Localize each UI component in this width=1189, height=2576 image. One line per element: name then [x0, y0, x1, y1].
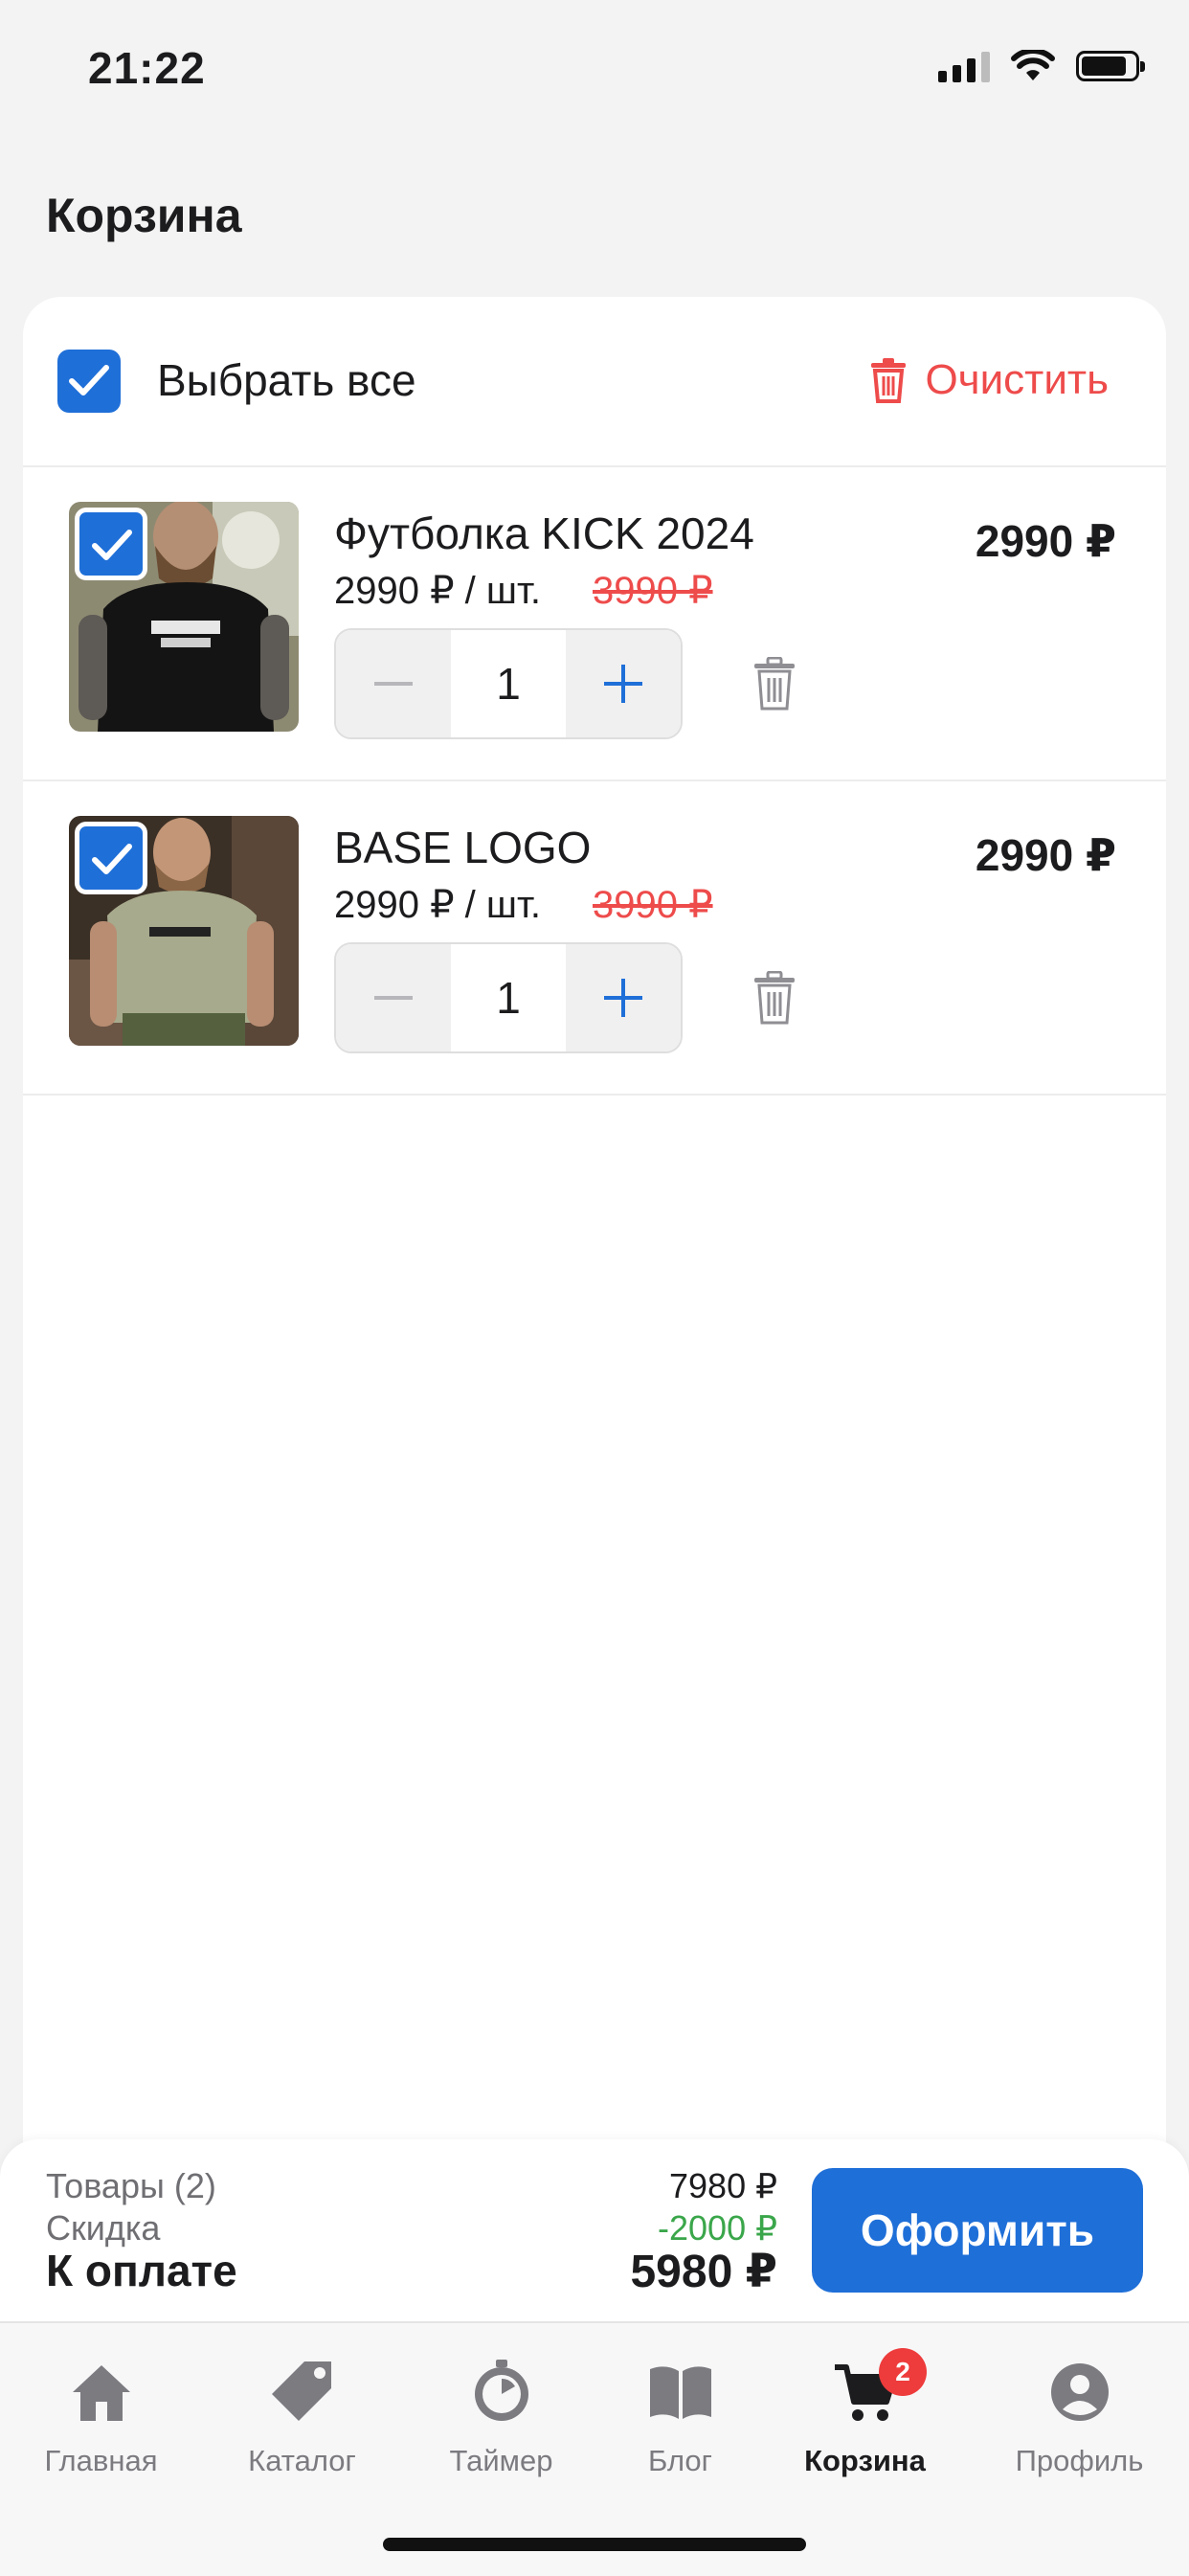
plus-icon	[604, 979, 642, 1017]
tab-catalog[interactable]: Каталог	[203, 2358, 401, 2478]
trash-icon[interactable]	[752, 971, 796, 1025]
page-title: Корзина	[46, 189, 242, 242]
home-icon	[72, 2365, 130, 2421]
item-checkbox[interactable]	[75, 508, 147, 580]
tag-icon	[271, 2361, 331, 2421]
total-label: К оплате	[46, 2246, 237, 2295]
decrease-button[interactable]	[336, 630, 451, 737]
item-unit-price: 2990 ₽ / шт.	[334, 884, 541, 926]
tab-blog[interactable]: Блог	[581, 2358, 779, 2478]
item-total: 2990 ₽	[975, 830, 1116, 880]
item-old-price: 3990 ₽	[593, 570, 713, 612]
quantity-stepper: 1	[334, 628, 683, 739]
increase-button[interactable]	[566, 630, 681, 737]
cart-item: BASE LOGO 2990 ₽ / шт. 3990 ₽ 2990 ₽ 1	[23, 781, 1166, 1096]
product-image[interactable]	[69, 502, 299, 732]
items-sum: 7980 ₽	[669, 2166, 777, 2205]
cart-badge: 2	[879, 2348, 927, 2396]
status-icons	[938, 50, 1145, 82]
item-unit-price: 2990 ₽ / шт.	[334, 570, 541, 612]
increase-button[interactable]	[566, 944, 681, 1051]
discount-label: Скидка	[46, 2208, 161, 2248]
timer-icon	[474, 2360, 528, 2421]
tab-label: Каталог	[248, 2444, 356, 2477]
tab-cart[interactable]: 2 Корзина	[766, 2348, 964, 2478]
select-all-checkbox[interactable]	[57, 350, 121, 413]
quantity-value[interactable]: 1	[451, 630, 566, 737]
tab-timer[interactable]: Таймер	[402, 2358, 600, 2478]
battery-icon	[1076, 51, 1145, 81]
clear-cart-button[interactable]: Очистить	[869, 356, 1109, 404]
select-all-row: Выбрать все Очистить	[23, 297, 1166, 467]
status-time: 21:22	[88, 43, 206, 93]
check-icon	[69, 365, 109, 395]
cart-card: Выбрать все Очистить Футболка KICK 2024 …	[23, 297, 1166, 2212]
home-indicator	[383, 2538, 806, 2551]
tab-label: Профиль	[1015, 2444, 1144, 2477]
tab-label: Таймер	[449, 2444, 553, 2477]
quantity-value[interactable]: 1	[451, 944, 566, 1051]
check-icon	[92, 530, 132, 560]
tab-home[interactable]: Главная	[2, 2358, 200, 2478]
minus-icon	[374, 682, 413, 686]
decrease-button[interactable]	[336, 944, 451, 1051]
tab-label: Блог	[648, 2444, 712, 2477]
profile-icon	[1050, 2363, 1109, 2421]
tab-bar: Главная Каталог Таймер Блог 2 Корзина Пр…	[0, 2321, 1189, 2576]
trash-icon	[871, 358, 907, 403]
book-icon	[649, 2366, 711, 2419]
tab-label: Корзина	[804, 2444, 926, 2477]
total-value: 5980 ₽	[630, 2247, 777, 2297]
cart-item: Футболка KICK 2024 2990 ₽ / шт. 3990 ₽ 2…	[23, 467, 1166, 781]
discount-value: -2000 ₽	[658, 2208, 777, 2248]
clear-label: Очистить	[925, 356, 1109, 403]
status-bar: 21:22	[0, 0, 1189, 144]
item-checkbox[interactable]	[75, 822, 147, 894]
items-count-label: Товары (2)	[46, 2166, 216, 2205]
select-all-label[interactable]: Выбрать все	[157, 354, 416, 406]
signal-icon	[938, 50, 990, 82]
item-name[interactable]: BASE LOGO	[334, 822, 591, 873]
tab-profile[interactable]: Профиль	[980, 2358, 1178, 2478]
item-total: 2990 ₽	[975, 516, 1116, 566]
plus-icon	[604, 665, 642, 703]
quantity-stepper: 1	[334, 942, 683, 1053]
tab-label: Главная	[44, 2444, 158, 2477]
product-image[interactable]	[69, 816, 299, 1046]
item-name[interactable]: Футболка KICK 2024	[334, 508, 754, 559]
trash-icon[interactable]	[752, 657, 796, 711]
check-icon	[92, 844, 132, 874]
wifi-icon	[1011, 50, 1055, 80]
item-old-price: 3990 ₽	[593, 884, 713, 926]
order-summary: Товары (2) 7980 ₽ Скидка -2000 ₽ К оплат…	[0, 2139, 1189, 2321]
minus-icon	[374, 996, 413, 1000]
checkout-button[interactable]: Оформить	[812, 2168, 1143, 2293]
